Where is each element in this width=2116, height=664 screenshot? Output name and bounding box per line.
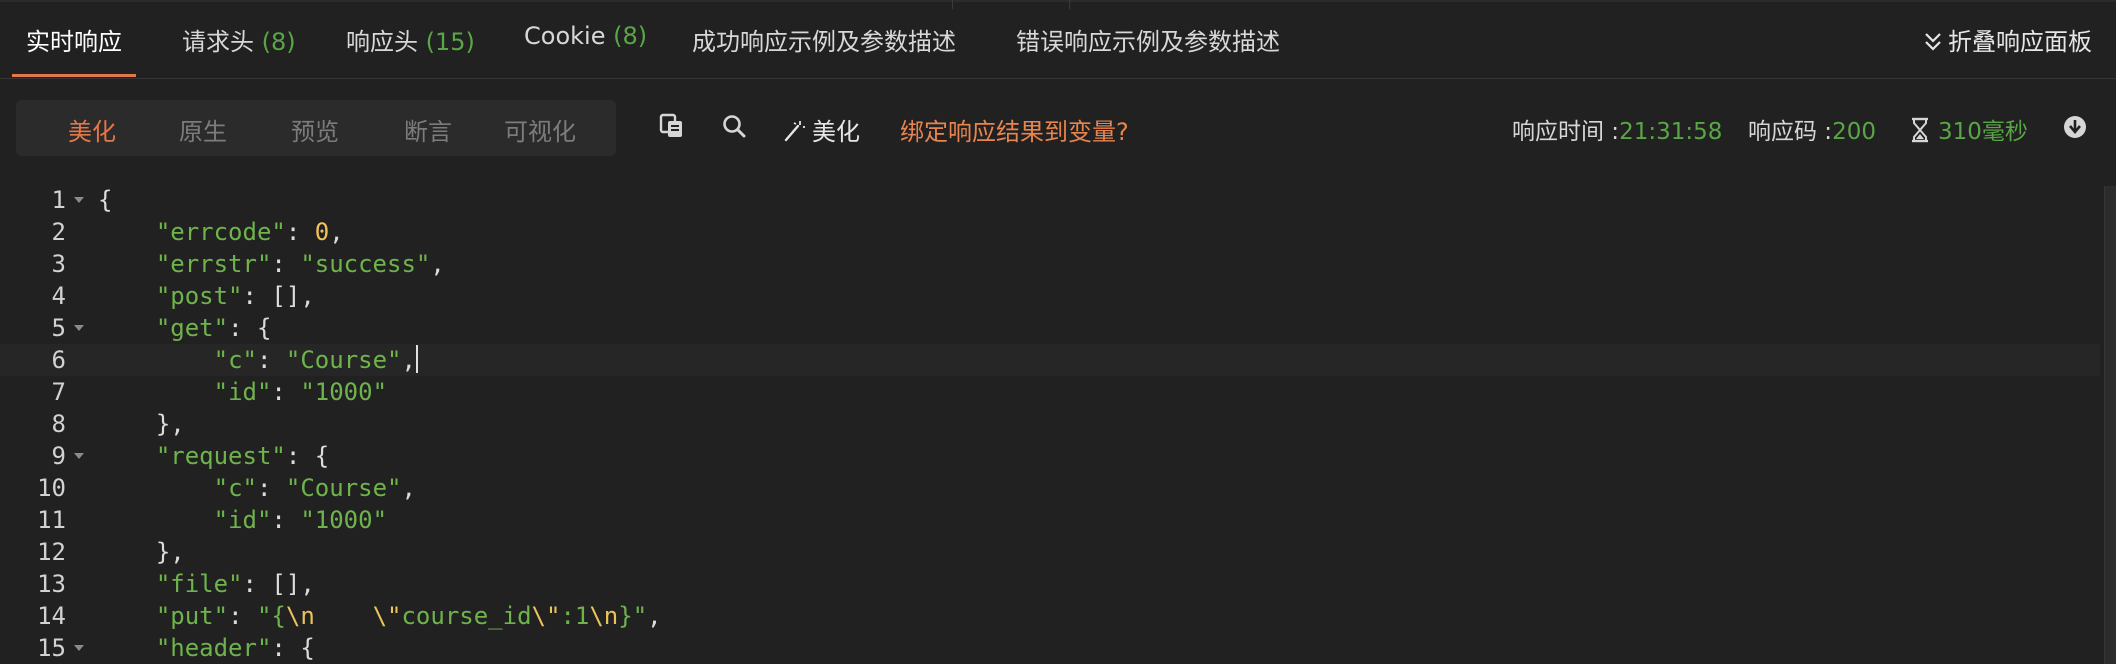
tab-label: 错误响应示例及参数描述 [1016, 28, 1280, 56]
fold-arrow-icon[interactable] [74, 325, 84, 331]
response-tabs: 实时响应 请求头 (8) 响应头 (15) Cookie (8) 成功响应示例及… [0, 0, 2116, 79]
code-text: "put": "{\n \"course_id\":1\n}", [155, 602, 662, 630]
search-icon[interactable] [720, 112, 748, 144]
line-number: 5 [51, 314, 66, 342]
code-line[interactable]: 11 "id": "1000" [0, 504, 2100, 536]
beautify-label: 美化 [812, 118, 860, 146]
line-number: 2 [51, 218, 66, 246]
code-text: "get": { [155, 314, 272, 342]
code-line[interactable]: 1{ [0, 184, 2100, 216]
line-number: 10 [37, 474, 66, 502]
code-text: "request": { [155, 442, 330, 470]
tab-count: (15) [425, 28, 475, 56]
tab-label: Cookie [524, 22, 606, 50]
view-mode-raw[interactable]: 原生 [179, 112, 227, 147]
code-line[interactable]: 4 "post": [], [0, 280, 2100, 312]
tab-label: 成功响应示例及参数描述 [692, 28, 956, 56]
response-code-value: 200 [1832, 119, 1876, 145]
code-text: "post": [], [155, 282, 315, 310]
code-text: "file": [], [155, 570, 315, 598]
view-mode-preview[interactable]: 预览 [291, 112, 339, 147]
code-line[interactable]: 7 "id": "1000" [0, 376, 2100, 408]
download-icon[interactable] [2062, 114, 2088, 144]
view-mode-assert[interactable]: 断言 [404, 112, 452, 147]
line-number: 8 [51, 410, 66, 438]
code-line[interactable]: 3 "errstr": "success", [0, 248, 2100, 280]
code-line[interactable]: 6 "c": "Course", [0, 344, 2100, 376]
code-text: "errstr": "success", [155, 250, 445, 278]
fold-arrow-icon[interactable] [74, 453, 84, 459]
response-time: 响应时间 :21:31:58 [1512, 112, 1722, 146]
code-text: "c": "Course", [213, 474, 416, 502]
code-line[interactable]: 15 "header": { [0, 632, 2100, 664]
tab-error-examples[interactable]: 错误响应示例及参数描述 [1016, 22, 1280, 57]
code-line[interactable]: 8 }, [0, 408, 2100, 440]
code-line[interactable]: 2 "errcode": 0, [0, 216, 2100, 248]
code-line[interactable]: 14 "put": "{\n \"course_id\":1\n}", [0, 600, 2100, 632]
line-number: 12 [37, 538, 66, 566]
tab-label: 实时响应 [26, 28, 122, 56]
tab-count: (8) [613, 22, 648, 50]
bind-result-to-variable-link[interactable]: 绑定响应结果到变量? [900, 112, 1129, 147]
response-time-label: 响应时间 : [1512, 119, 1620, 145]
code-line[interactable]: 12 }, [0, 536, 2100, 568]
line-number: 13 [37, 570, 66, 598]
response-body-editor[interactable]: 1{2 "errcode": 0, 3 "errstr": "success", 4… [0, 182, 2100, 664]
copy-icon[interactable] [658, 112, 686, 144]
line-number: 9 [51, 442, 66, 470]
code-text: "c": "Course", [213, 345, 418, 374]
code-line[interactable]: 5 "get": { [0, 312, 2100, 344]
line-number: 6 [51, 346, 66, 374]
code-text: { [98, 186, 113, 214]
line-number: 7 [51, 378, 66, 406]
tab-request-headers[interactable]: 请求头 (8) [182, 22, 296, 57]
tab-count: (8) [261, 28, 296, 56]
code-line[interactable]: 13 "file": [], [0, 568, 2100, 600]
line-number: 4 [51, 282, 66, 310]
collapse-panel-label: 折叠响应面板 [1948, 28, 2092, 56]
view-mode-beautify[interactable]: 美化 [68, 112, 116, 147]
tab-label: 响应头 [346, 28, 418, 56]
code-line[interactable]: 10 "c": "Course", [0, 472, 2100, 504]
editor-scrollbar[interactable] [2104, 186, 2116, 664]
code-text: "header": { [155, 634, 315, 662]
code-text: }, [155, 410, 185, 438]
active-tab-indicator [12, 74, 136, 77]
tab-response-headers[interactable]: 响应头 (15) [346, 22, 475, 57]
magic-wand-icon [784, 121, 805, 142]
tab-cookie[interactable]: Cookie (8) [524, 22, 647, 50]
view-mode-switcher: 美化 原生 预览 断言 可视化 [16, 100, 616, 156]
response-duration: 310毫秒 [1910, 112, 2028, 146]
code-text: }, [155, 538, 185, 566]
line-number: 1 [51, 186, 66, 214]
collapse-panel-button[interactable]: 折叠响应面板 [1924, 22, 2092, 57]
code-text: "id": "1000" [213, 378, 388, 406]
code-text: "errcode": 0, [155, 218, 344, 246]
line-number: 15 [37, 634, 66, 662]
fold-arrow-icon[interactable] [74, 645, 84, 651]
view-mode-visualize[interactable]: 可视化 [504, 112, 576, 147]
response-time-value: 21:31:58 [1619, 119, 1723, 145]
tab-label: 请求头 [182, 28, 254, 56]
tab-realtime-response[interactable]: 实时响应 [26, 22, 122, 57]
text-cursor [415, 345, 418, 373]
code-line[interactable]: 9 "request": { [0, 440, 2100, 472]
response-code: 响应码 :200 [1748, 112, 1876, 146]
line-number: 14 [37, 602, 66, 630]
code-text: "id": "1000" [213, 506, 388, 534]
fold-arrow-icon[interactable] [74, 197, 84, 203]
hourglass-icon [1912, 117, 1928, 143]
response-duration-value: 310毫秒 [1938, 119, 2028, 145]
line-number: 11 [37, 506, 66, 534]
beautify-button[interactable]: 美化 [782, 112, 860, 147]
double-chevron-down-icon [1924, 31, 1942, 53]
response-code-label: 响应码 : [1748, 119, 1833, 145]
line-number: 3 [51, 250, 66, 278]
tab-success-examples[interactable]: 成功响应示例及参数描述 [692, 22, 956, 57]
